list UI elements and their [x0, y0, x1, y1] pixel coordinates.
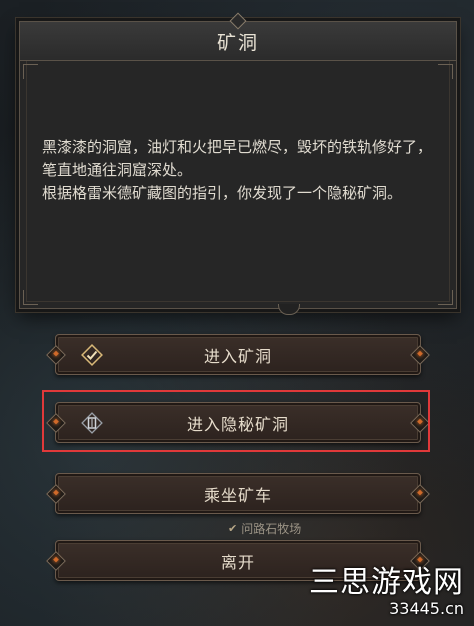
- button-label: 离开: [220, 552, 255, 572]
- check-icon: ✔: [228, 522, 238, 535]
- button-label: 进入矿洞: [203, 346, 272, 366]
- dialog-description: 黑漆漆的洞窟，油灯和火把早已燃尽，毁坏的铁轨修好了，笔直地通往洞窟深处。 根据格…: [42, 136, 434, 205]
- watermark-title: 三思游戏网: [309, 565, 464, 600]
- watermark-url: 33445.cn: [389, 599, 464, 618]
- corner-ornament: [23, 64, 38, 79]
- corner-ornament: [438, 290, 453, 305]
- enter-mine-button[interactable]: 进入矿洞: [46, 334, 430, 375]
- corner-ornament: [438, 64, 453, 79]
- highlight-box: [42, 390, 430, 452]
- dialog-title: 矿洞: [216, 31, 259, 54]
- mine-dialog: 矿洞 黑漆漆的洞窟，油灯和火把早已燃尽，毁坏的铁轨修好了，笔直地通往洞窟深处。 …: [19, 12, 457, 309]
- hint-text: 问路石牧场: [241, 522, 302, 536]
- button-label: 乘坐矿车: [203, 485, 272, 505]
- check-diamond-icon: [80, 343, 104, 367]
- site-watermark: 三思游戏网 33445.cn: [309, 566, 464, 618]
- ride-minecart-button[interactable]: 乘坐矿车: [46, 473, 430, 514]
- corner-ornament: [23, 290, 38, 305]
- description-paragraph: 根据格雷米德矿藏图的指引，你发现了一个隐秘矿洞。: [42, 184, 403, 202]
- location-hint: ✔ 问路石牧场: [228, 520, 301, 537]
- description-paragraph: 黑漆漆的洞窟，油灯和火把早已燃尽，毁坏的铁轨修好了，笔直地通往洞窟深处。: [42, 138, 433, 179]
- dialog-title-bar: 矿洞: [20, 12, 456, 61]
